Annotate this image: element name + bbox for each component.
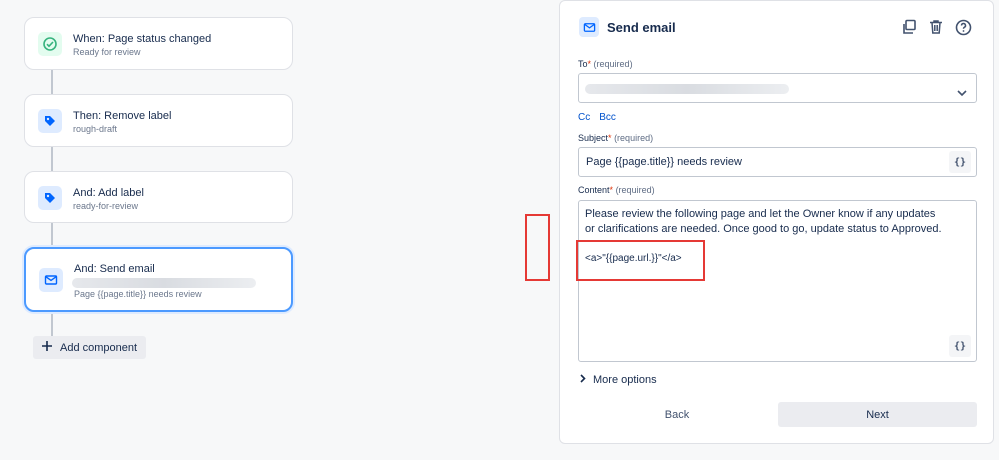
flow-connector bbox=[51, 70, 53, 94]
card-subtitle: rough-draft bbox=[73, 124, 118, 134]
subject-value: Page {{page.title}} needs review bbox=[586, 156, 742, 168]
help-icon[interactable] bbox=[953, 17, 973, 37]
redacted-recipient bbox=[585, 84, 789, 94]
mail-icon bbox=[39, 268, 63, 292]
check-circle-icon bbox=[38, 32, 62, 56]
cc-bcc-links: Cc Bcc bbox=[578, 112, 616, 123]
add-component-label: Add component bbox=[60, 341, 138, 354]
subject-input[interactable]: Page {{page.title}} needs review {} bbox=[578, 147, 977, 177]
card-subtitle: Ready for review bbox=[73, 47, 141, 57]
flow-connector bbox=[51, 223, 53, 247]
flow-card-add-label[interactable]: And: Add label ready-for-review bbox=[24, 171, 293, 223]
smart-value-button[interactable]: {} bbox=[949, 151, 971, 173]
more-options-label: More options bbox=[593, 374, 657, 386]
mail-icon bbox=[579, 17, 599, 37]
tag-icon bbox=[38, 109, 62, 133]
annotation-highlight bbox=[525, 214, 550, 281]
chevron-right-icon bbox=[580, 374, 586, 386]
card-title: And: Add label bbox=[73, 187, 144, 199]
subject-label: Subject* (required) bbox=[578, 133, 654, 143]
chevron-down-icon bbox=[957, 84, 967, 102]
flow-connector bbox=[51, 312, 53, 336]
annotation-highlight bbox=[576, 240, 705, 281]
back-button[interactable]: Back bbox=[579, 402, 775, 427]
card-title: Then: Remove label bbox=[73, 110, 172, 122]
panel-actions bbox=[899, 17, 973, 37]
card-subtitle: ready-for-review bbox=[73, 201, 139, 211]
cc-link[interactable]: Cc bbox=[578, 112, 590, 123]
next-button[interactable]: Next bbox=[778, 402, 977, 427]
to-label: To* (required) bbox=[578, 59, 633, 69]
to-select[interactable] bbox=[578, 73, 977, 103]
redacted-recipient bbox=[72, 278, 256, 288]
flow-card-remove-label[interactable]: Then: Remove label rough-draft bbox=[24, 94, 293, 147]
more-options-toggle[interactable]: More options bbox=[580, 374, 657, 386]
bcc-link[interactable]: Bcc bbox=[599, 112, 616, 123]
content-textarea[interactable]: Please review the following page and let… bbox=[578, 200, 977, 362]
flow-card-send-email[interactable]: And: Send email Page {{page.title}} need… bbox=[24, 247, 293, 312]
content-label: Content* (required) bbox=[578, 185, 655, 195]
trash-icon[interactable] bbox=[926, 17, 946, 37]
smart-value-button[interactable]: {} bbox=[949, 335, 971, 357]
send-email-panel: Send email To* (required) Cc Bcc Subject… bbox=[559, 0, 994, 444]
duplicate-icon[interactable] bbox=[899, 17, 919, 37]
card-subtitle: Page {{page.title}} needs review bbox=[74, 289, 202, 299]
plus-icon bbox=[41, 340, 53, 355]
panel-title: Send email bbox=[607, 20, 676, 35]
card-title: And: Send email bbox=[74, 263, 155, 275]
content-body-text: Please review the following page and let… bbox=[585, 208, 942, 235]
flow-card-trigger[interactable]: When: Page status changed Ready for revi… bbox=[24, 17, 293, 70]
tag-icon bbox=[38, 186, 62, 210]
flow-connector bbox=[51, 147, 53, 171]
card-title: When: Page status changed bbox=[73, 33, 212, 45]
add-component-button[interactable]: Add component bbox=[33, 336, 146, 359]
